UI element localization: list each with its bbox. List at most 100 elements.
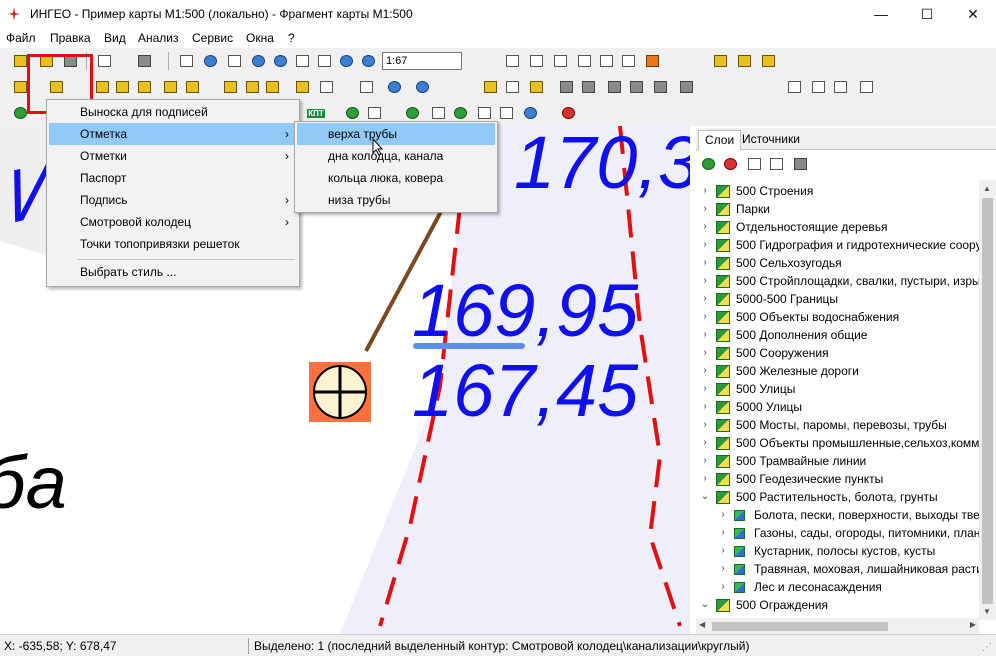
select-rect-icon[interactable] — [176, 51, 196, 71]
delete-points-icon[interactable] — [758, 51, 778, 71]
menu-file[interactable]: Файл — [6, 31, 36, 45]
submenu-item-hatch-ring[interactable]: кольца люка, ковера — [297, 167, 495, 189]
scroll-down-icon[interactable]: ▼ — [983, 607, 991, 616]
scale-zoom-icon[interactable] — [358, 51, 378, 71]
menu-help[interactable]: ? — [288, 31, 295, 45]
tree-expander-icon[interactable]: › — [716, 524, 730, 542]
split-icon[interactable] — [242, 77, 262, 97]
cut-area-icon[interactable] — [502, 77, 522, 97]
arrange-back-icon[interactable] — [626, 77, 646, 97]
layer-settings-icon[interactable] — [790, 154, 810, 174]
globe-icon[interactable] — [402, 103, 422, 123]
layer-list-icon[interactable] — [766, 154, 786, 174]
tab-layers[interactable]: Слои — [698, 130, 742, 150]
add-layer-icon[interactable] — [698, 154, 718, 174]
cut-point-icon[interactable] — [526, 77, 546, 97]
tree-expander-icon[interactable]: › — [716, 506, 730, 524]
tree-expander-icon[interactable]: › — [716, 578, 730, 596]
group-icon[interactable] — [556, 77, 576, 97]
select-contour-icon[interactable] — [550, 51, 570, 71]
menu-analysis[interactable]: Анализ — [138, 31, 179, 45]
doc-delete-icon[interactable] — [856, 77, 876, 97]
cross-out-icon[interactable] — [650, 77, 670, 97]
menu-item-caption[interactable]: Подпись › — [49, 189, 297, 211]
cut-contour-icon[interactable] — [676, 77, 696, 97]
tree-expander-icon[interactable]: › — [698, 290, 712, 308]
direction-icon[interactable] — [474, 103, 494, 123]
tree-expander-icon[interactable]: › — [698, 344, 712, 362]
preview-icon[interactable] — [94, 51, 114, 71]
scroll-right-icon[interactable]: ▶ — [970, 620, 976, 629]
layer-info-icon[interactable] — [356, 77, 376, 97]
horizontal-scrollbar[interactable]: ◀ ▶ — [696, 618, 979, 635]
select-circle-icon[interactable] — [574, 51, 594, 71]
paste-object-icon[interactable] — [112, 77, 132, 97]
tree-expander-icon[interactable]: › — [716, 542, 730, 560]
tree-expander-icon[interactable]: › — [716, 560, 730, 578]
minimize-button[interactable]: — — [858, 0, 904, 28]
menu-view[interactable]: Вид — [104, 31, 126, 45]
select-lasso-icon[interactable] — [596, 51, 616, 71]
tree-expander-icon[interactable]: › — [698, 470, 712, 488]
tree-expander-icon[interactable]: › — [698, 254, 712, 272]
move-points-icon[interactable] — [734, 51, 754, 71]
tree-expander-icon[interactable]: › — [698, 326, 712, 344]
tree-expander-icon[interactable]: › — [698, 182, 712, 200]
menu-item-choose-style[interactable]: Выбрать стиль ... — [49, 261, 297, 283]
submenu-item-pipe-bottom[interactable]: низа трубы — [297, 189, 495, 211]
join-icon[interactable] — [262, 77, 282, 97]
scroll-up-icon[interactable]: ▲ — [983, 184, 991, 193]
resize-grip-icon[interactable]: ⋰ — [982, 642, 994, 654]
pointer-plus-icon[interactable] — [526, 51, 546, 71]
height-icon[interactable] — [496, 103, 516, 123]
tree-expander-icon[interactable]: › — [698, 434, 712, 452]
tree-expander-icon[interactable]: › — [698, 452, 712, 470]
tree-expander-icon[interactable]: › — [698, 308, 712, 326]
cut-object-icon[interactable] — [480, 77, 500, 97]
tree-expander-icon[interactable]: › — [698, 218, 712, 236]
print-icon[interactable] — [134, 51, 154, 71]
select-polygon-icon[interactable] — [618, 51, 638, 71]
fit-all-icon[interactable] — [292, 51, 312, 71]
scroll-thumb[interactable] — [982, 198, 993, 604]
tree-expander-icon[interactable]: › — [698, 236, 712, 254]
pointer-select-icon[interactable] — [502, 51, 522, 71]
menu-windows[interactable]: Окна — [246, 31, 274, 45]
tree-expander-icon[interactable]: › — [698, 200, 712, 218]
menu-item-mark[interactable]: Отметка › — [49, 123, 297, 145]
zoom-window-icon[interactable] — [224, 51, 244, 71]
menu-service[interactable]: Сервис — [192, 31, 233, 45]
move-layer-icon[interactable] — [720, 154, 740, 174]
menu-item-grid-points[interactable]: Точки топопривязки решеток — [49, 233, 297, 255]
tree-expander-icon[interactable]: › — [698, 272, 712, 290]
undo-icon[interactable] — [384, 77, 404, 97]
arrange-front-icon[interactable] — [604, 77, 624, 97]
home-icon[interactable] — [428, 103, 448, 123]
tree-expander-icon[interactable]: › — [698, 380, 712, 398]
scale-input[interactable]: 1:67 — [382, 52, 462, 70]
style-color-icon[interactable] — [642, 51, 662, 71]
help-icon[interactable] — [520, 103, 540, 123]
vertical-scrollbar[interactable]: ▲ ▼ — [979, 180, 996, 620]
tree-expander-icon[interactable]: ⌄ — [698, 488, 712, 506]
doc-copy-icon[interactable] — [830, 77, 850, 97]
menu-item-manhole[interactable]: Смотровой колодец › — [49, 211, 297, 233]
table-add-icon[interactable] — [292, 77, 312, 97]
kpt-icon[interactable]: КПТ — [306, 103, 326, 123]
tree-expander-icon[interactable]: › — [698, 416, 712, 434]
copy-layer-icon[interactable] — [744, 154, 764, 174]
scroll-left-icon[interactable]: ◀ — [699, 620, 705, 629]
menu-edit[interactable]: Правка — [50, 31, 91, 45]
tab-sources[interactable]: Источники — [736, 130, 806, 150]
doc-edit-icon[interactable] — [808, 77, 828, 97]
object-props-icon[interactable] — [134, 77, 154, 97]
tree-expander-icon[interactable]: ⌄ — [698, 596, 712, 614]
tree-expander-icon[interactable]: › — [698, 398, 712, 416]
table-icon[interactable] — [316, 77, 336, 97]
zoom-minus-icon[interactable] — [270, 51, 290, 71]
close-button[interactable]: ✕ — [950, 0, 996, 28]
edit-points-icon[interactable] — [710, 51, 730, 71]
tree-expander-icon[interactable]: › — [698, 362, 712, 380]
submenu-item-well-bottom[interactable]: дна колодца, канала — [297, 145, 495, 167]
menu-item-passport[interactable]: Паспорт — [49, 167, 297, 189]
